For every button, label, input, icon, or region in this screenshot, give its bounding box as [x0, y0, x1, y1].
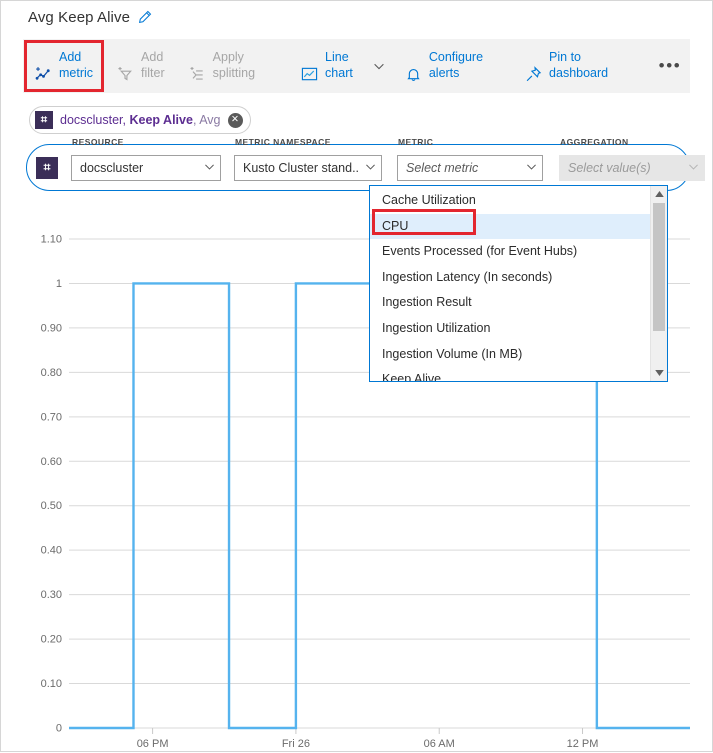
metric-option[interactable]: Keep Alive [370, 367, 650, 381]
aggregation-field: AGGREGATION Select value(s) [559, 137, 705, 181]
chart-type-chevron-down-icon[interactable] [365, 39, 393, 93]
ytick-label: 1.10 [41, 234, 62, 246]
add-filter-label: Add filter [141, 50, 165, 80]
apply-splitting-icon [189, 50, 206, 87]
pin-to-dashboard-label: Pin to dashboard [549, 50, 609, 80]
chart-type-button[interactable]: Line chart [289, 39, 365, 93]
chip-resource: docscluster, [60, 113, 130, 127]
add-filter-button[interactable]: Add filter [105, 39, 177, 93]
ytick-label: 1 [56, 278, 62, 290]
xtick-label: Fri 26 [282, 738, 310, 750]
metric-dropdown[interactable]: Select metric [397, 154, 543, 181]
xtick-label: 06 PM [137, 738, 169, 750]
apply-splitting-label: Apply splitting [212, 50, 256, 80]
add-metric-icon [35, 50, 52, 87]
add-metric-button[interactable]: Add metric [23, 39, 105, 93]
add-metric-label: Add metric [59, 50, 94, 80]
metric-dropdown-list: Cache Utilization CPU Events Processed (fo… [369, 185, 668, 382]
dropdown-scroll-thumb[interactable] [653, 203, 665, 331]
pin-to-dashboard-button[interactable]: Pin to dashboard [513, 39, 620, 93]
metric-label: METRIC [398, 136, 434, 147]
ytick-label: 0.60 [41, 456, 62, 468]
chevron-down-icon [364, 160, 377, 176]
chip-aggregation: , Avg [192, 113, 221, 127]
resource-label: RESOURCE [72, 136, 124, 147]
selector-metric-icon: ⌗ [36, 156, 58, 179]
metric-option[interactable]: Cache Utilization [370, 188, 650, 214]
metric-namespace-value: Kusto Cluster stand... [243, 160, 360, 175]
ytick-label: 0.80 [41, 367, 62, 379]
metric-namespace-label: METRIC NAMESPACE [235, 136, 331, 147]
metric-option[interactable]: Ingestion Result [370, 290, 650, 316]
chevron-down-icon [525, 160, 538, 176]
aggregation-label: AGGREGATION [560, 136, 629, 147]
metrics-chart-page: Avg Keep Alive Add metric Add filter App… [0, 0, 713, 752]
ytick-label: 0.50 [41, 500, 62, 512]
resource-value: docscluster [80, 160, 144, 175]
metric-option[interactable]: Events Processed (for Event Hubs) [370, 239, 650, 265]
apply-splitting-button[interactable]: Apply splitting [177, 39, 267, 93]
chart-xtick-labels: 06 PM Fri 26 06 AM 12 PM [137, 738, 599, 750]
configure-alerts-label: Configure alerts [428, 50, 484, 80]
metric-options-list: Cache Utilization CPU Events Processed (fo… [370, 186, 650, 381]
chip-metric-icon: ⌗ [35, 111, 53, 129]
metric-option[interactable]: Ingestion Volume (In MB) [370, 342, 650, 368]
xtick-label: 06 AM [424, 738, 455, 750]
chevron-down-icon [687, 160, 700, 176]
aggregation-value: Select value(s) [568, 160, 651, 175]
more-options-button[interactable]: ••• [650, 39, 690, 93]
aggregation-dropdown[interactable]: Select value(s) [559, 154, 705, 181]
pin-icon [525, 50, 542, 87]
metric-option[interactable]: CPU [370, 213, 650, 240]
ytick-label: 0.10 [41, 678, 62, 690]
scroll-down-arrow-icon[interactable] [651, 365, 667, 381]
chart-ytick-labels: 1.10 1 0.90 0.80 0.70 0.60 0.50 0.40 0.30 0.20 0.1… [41, 234, 62, 735]
chevron-down-icon [203, 160, 216, 176]
pencil-icon[interactable] [137, 10, 152, 25]
dropdown-scrollbar[interactable] [650, 186, 667, 381]
resource-field: RESOURCE docscluster [71, 137, 221, 181]
chart-type-label: Line chart [325, 50, 353, 80]
chip-metric: Keep Alive [129, 113, 193, 127]
chip-label: docscluster, Keep Alive, Avg [60, 113, 221, 127]
metric-namespace-dropdown[interactable]: Kusto Cluster stand... [234, 154, 382, 181]
metric-chip[interactable]: ⌗ docscluster, Keep Alive, Avg ✕ [29, 106, 251, 134]
page-title: Avg Keep Alive [28, 9, 131, 26]
ytick-label: 0.90 [41, 322, 62, 334]
line-chart-icon [301, 50, 318, 87]
page-title-row: Avg Keep Alive [28, 9, 152, 26]
ytick-label: 0.20 [41, 634, 62, 646]
metric-namespace-field: METRIC NAMESPACE Kusto Cluster stand... [234, 137, 382, 181]
metric-option[interactable]: Ingestion Utilization [370, 316, 650, 342]
metric-field: METRIC Select metric [397, 137, 543, 181]
ytick-label: 0.70 [41, 411, 62, 423]
configure-alerts-button[interactable]: Configure alerts [393, 39, 495, 93]
ytick-label: 0 [56, 723, 62, 735]
scroll-up-arrow-icon[interactable] [651, 186, 667, 202]
bell-icon [405, 50, 422, 87]
ytick-label: 0.30 [41, 589, 62, 601]
ytick-label: 0.40 [41, 545, 62, 557]
metric-selector-bar: ⌗ RESOURCE docscluster METRIC NAMESPACE … [26, 137, 705, 191]
metric-value: Select metric [406, 160, 479, 175]
resource-dropdown[interactable]: docscluster [71, 154, 221, 181]
chip-close-icon[interactable]: ✕ [227, 112, 243, 128]
add-filter-icon [117, 50, 134, 87]
chart-xtick-marks [152, 728, 584, 734]
chart-toolbar: Add metric Add filter Apply splitting Li… [23, 39, 690, 93]
xtick-label: 12 PM [567, 738, 599, 750]
metric-option[interactable]: Ingestion Latency (In seconds) [370, 265, 650, 291]
